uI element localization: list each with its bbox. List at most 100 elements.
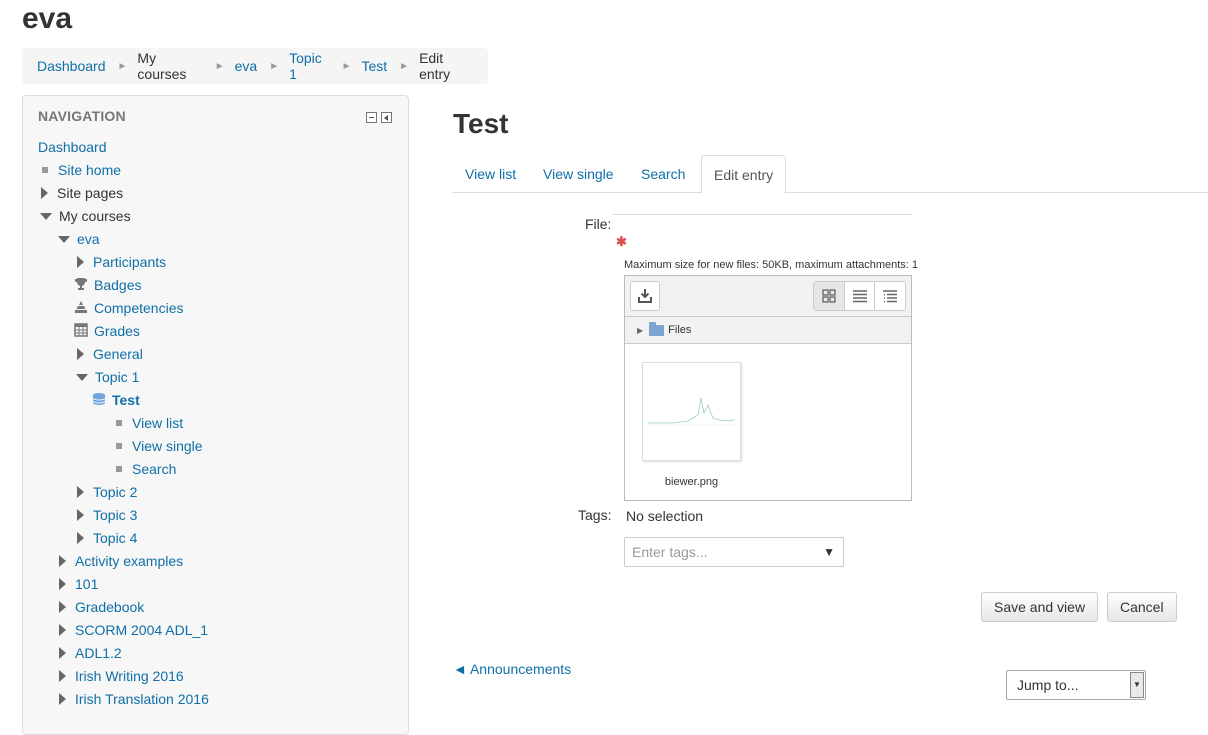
nav-item-label[interactable]: Topic 2: [93, 484, 137, 500]
tab-view-single[interactable]: View single: [531, 155, 626, 193]
collapse-arrow-icon[interactable]: [58, 235, 70, 243]
nav-item-label[interactable]: View list: [132, 415, 183, 431]
expand-arrow-icon[interactable]: [77, 532, 84, 545]
expand-arrow-icon[interactable]: [59, 555, 66, 568]
grades-table-icon: [74, 323, 88, 338]
nav-item-label[interactable]: 101: [75, 576, 98, 592]
nav-item-grades[interactable]: Grades: [74, 321, 140, 341]
chevron-down-icon[interactable]: ▼: [823, 538, 835, 566]
required-icon: ✱: [616, 234, 627, 249]
nav-item-label[interactable]: Test: [112, 392, 140, 408]
nav-item-site-home[interactable]: Site home: [38, 160, 121, 180]
breadcrumb: Dashboard ► My courses ► eva ► Topic 1 ►…: [22, 48, 488, 84]
expand-arrow-icon[interactable]: [59, 670, 66, 683]
nav-item-label[interactable]: View single: [132, 438, 203, 454]
nav-item-irish-translation[interactable]: Irish Translation 2016: [56, 689, 209, 709]
nav-item-topic-3[interactable]: Topic 3: [74, 505, 137, 525]
nav-item-label[interactable]: Competencies: [94, 300, 184, 316]
nav-item-test[interactable]: Test: [92, 390, 140, 410]
file-thumbnail[interactable]: [642, 362, 741, 461]
chevron-down-icon[interactable]: ▼: [1130, 672, 1144, 698]
nav-item-search[interactable]: Search: [112, 459, 176, 479]
tab-search[interactable]: Search: [629, 155, 697, 193]
nav-item-label[interactable]: Site home: [58, 162, 121, 178]
nav-item-competencies[interactable]: Competencies: [74, 298, 184, 318]
nav-item-topic-2[interactable]: Topic 2: [74, 482, 137, 502]
nav-item-badges[interactable]: Badges: [74, 275, 141, 295]
tags-input[interactable]: Enter tags... ▼: [624, 537, 844, 567]
breadcrumb-test[interactable]: Test: [361, 58, 387, 74]
collapse-arrow-icon[interactable]: [76, 373, 88, 381]
file-picker-toolbar: [625, 276, 911, 317]
nav-item-adl12[interactable]: ADL1.2: [56, 643, 122, 663]
nav-item-label[interactable]: Dashboard: [38, 139, 107, 155]
nav-item-irish-writing[interactable]: Irish Writing 2016: [56, 666, 184, 686]
add-file-button[interactable]: [630, 281, 660, 311]
file-picker: ▶ Files biewer.png: [624, 275, 912, 501]
expand-arrow-icon[interactable]: [59, 647, 66, 660]
nav-item-gradebook[interactable]: Gradebook: [56, 597, 144, 617]
tab-view-list[interactable]: View list: [453, 155, 528, 193]
nav-item-label[interactable]: Grades: [94, 323, 140, 339]
database-icon: [92, 393, 106, 406]
file-name[interactable]: biewer.png: [625, 476, 758, 488]
nav-item-topic-1[interactable]: Topic 1: [76, 367, 139, 387]
nav-item-view-list[interactable]: View list: [112, 413, 183, 433]
nav-item-site-pages[interactable]: Site pages: [38, 183, 123, 203]
nav-item-label[interactable]: Participants: [93, 254, 166, 270]
minimize-block-icon[interactable]: [366, 112, 377, 123]
expand-arrow-icon[interactable]: [59, 578, 66, 591]
nav-item-scorm-2004[interactable]: SCORM 2004 ADL_1: [56, 620, 208, 640]
nav-item-label[interactable]: SCORM 2004 ADL_1: [75, 622, 208, 638]
expand-arrow-icon[interactable]: [59, 624, 66, 637]
nav-item-general[interactable]: General: [74, 344, 143, 364]
icons-view-button[interactable]: [814, 282, 844, 310]
expand-arrow-icon[interactable]: [77, 509, 84, 522]
nav-item-label[interactable]: Irish Writing 2016: [75, 668, 184, 684]
breadcrumb-dashboard[interactable]: Dashboard: [37, 58, 106, 74]
expand-arrow-icon[interactable]: [41, 187, 48, 200]
nav-item-eva[interactable]: eva: [58, 229, 100, 249]
max-size-note: Maximum size for new files: 50KB, maximu…: [624, 259, 919, 271]
nav-item-label[interactable]: eva: [77, 231, 100, 247]
breadcrumb-separator-icon: ►: [341, 60, 352, 72]
save-and-view-button[interactable]: Save and view: [981, 592, 1099, 622]
previous-activity-link[interactable]: ◄ Announcements: [453, 661, 571, 677]
nav-item-label[interactable]: Gradebook: [75, 599, 144, 615]
nav-item-label[interactable]: Activity examples: [75, 553, 183, 569]
nav-item-label[interactable]: Badges: [94, 277, 141, 293]
tags-label: Tags:: [578, 507, 612, 523]
expand-arrow-icon[interactable]: [59, 693, 66, 706]
folder-label[interactable]: Files: [668, 324, 691, 336]
nav-item-dashboard[interactable]: Dashboard: [38, 137, 107, 157]
nav-item-view-single[interactable]: View single: [112, 436, 203, 456]
expand-arrow-icon[interactable]: [77, 256, 84, 269]
breadcrumb-eva[interactable]: eva: [235, 58, 258, 74]
dock-block-icon[interactable]: [381, 112, 392, 123]
jump-to-select[interactable]: Jump to... ▼: [1006, 670, 1146, 700]
collapse-arrow-icon[interactable]: [40, 212, 52, 220]
nav-item-label[interactable]: General: [93, 346, 143, 362]
expand-arrow-icon[interactable]: [77, 348, 84, 361]
nav-item-label[interactable]: Topic 3: [93, 507, 137, 523]
list-view-button[interactable]: [843, 282, 875, 310]
nav-item-label[interactable]: ADL1.2: [75, 645, 122, 661]
nav-item-101[interactable]: 101: [56, 574, 98, 594]
nav-item-label[interactable]: Topic 1: [95, 369, 139, 385]
nav-item-label[interactable]: Topic 4: [93, 530, 137, 546]
nav-item-label[interactable]: Search: [132, 461, 176, 477]
nav-item-participants[interactable]: Participants: [74, 252, 166, 272]
nav-item-topic-4[interactable]: Topic 4: [74, 528, 137, 548]
cancel-button[interactable]: Cancel: [1107, 592, 1177, 622]
file-path-bar: ▶ Files: [625, 317, 911, 344]
expand-arrow-icon[interactable]: [77, 486, 84, 499]
tab-edit-entry[interactable]: Edit entry: [701, 155, 787, 194]
nav-item-label[interactable]: Irish Translation 2016: [75, 691, 209, 707]
nav-item-activity-examples[interactable]: Activity examples: [56, 551, 183, 571]
nav-item-my-courses[interactable]: My courses: [40, 206, 131, 226]
bullet-icon: [116, 466, 122, 473]
tree-view-button[interactable]: [874, 282, 905, 310]
expand-arrow-icon[interactable]: ▶: [637, 326, 643, 335]
expand-arrow-icon[interactable]: [59, 601, 66, 614]
breadcrumb-topic-1[interactable]: Topic 1: [289, 50, 329, 82]
